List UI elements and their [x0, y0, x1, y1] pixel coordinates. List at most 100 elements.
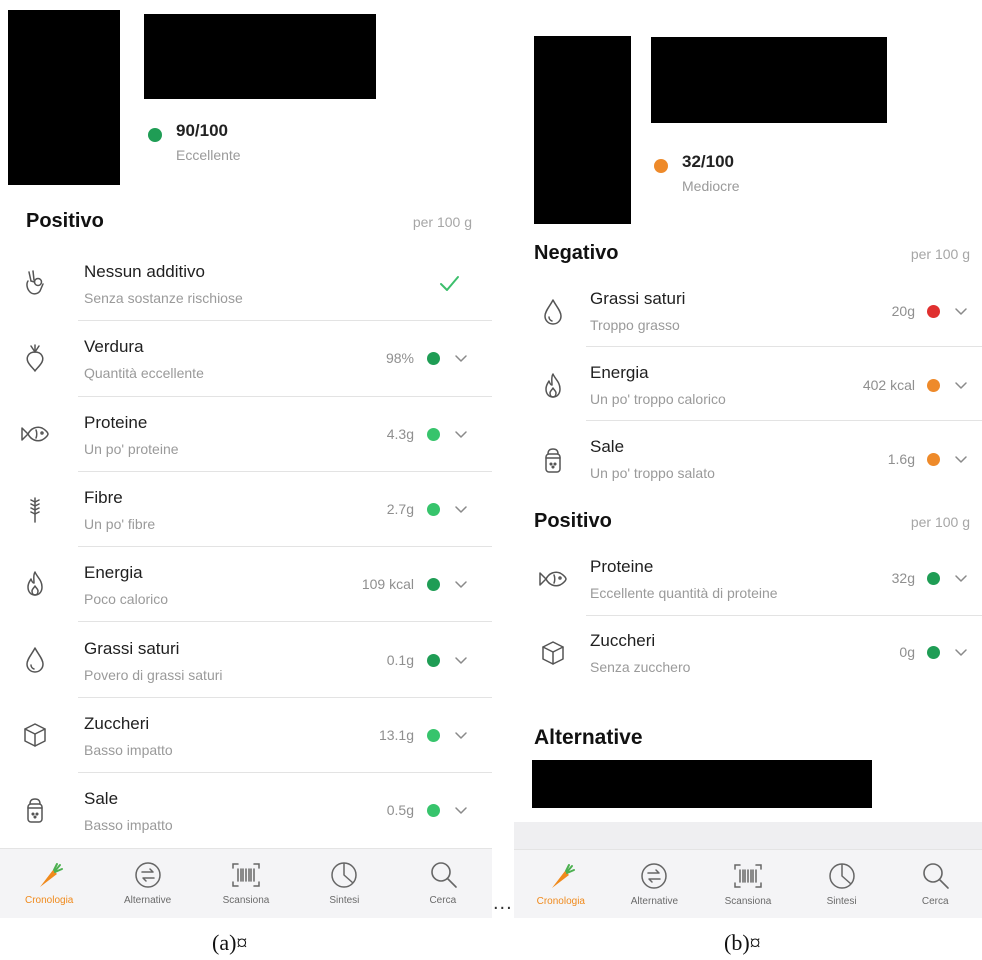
nutrient-row[interactable]: Grassi saturi Troppo grasso 20g: [514, 273, 982, 347]
nutrient-value: 0.5g: [386, 802, 414, 819]
nutrient-name: Zuccheri: [84, 713, 150, 733]
nutrient-row[interactable]: Grassi saturi Povero di grassi saturi 0.1g: [0, 623, 492, 698]
tab-label: Cronologia: [536, 896, 585, 907]
per-unit-label: per 100 g: [910, 514, 970, 530]
chevron-down-icon[interactable]: [454, 803, 468, 817]
tab-bar: Cronologia Alternative Scansiona Sintesi Cer…: [514, 849, 982, 918]
product-image-redacted: [534, 36, 631, 224]
carrot-icon: [32, 859, 66, 891]
screen-b: 32/100 Mediocre Negativo per 100 g Grass…: [514, 0, 982, 918]
nutrient-value: 32g: [891, 570, 915, 586]
fish-icon: [18, 417, 52, 451]
chevron-down-icon[interactable]: [454, 351, 468, 365]
score-dot: [654, 159, 668, 173]
nutrient-description: Basso impatto: [84, 817, 173, 834]
wheat-icon: [18, 492, 52, 526]
level-dot: [927, 305, 940, 318]
score-block: 32/100 Mediocre: [654, 152, 854, 202]
nutrient-row[interactable]: Nessun additivo Senza sostanze rischiose: [0, 246, 492, 322]
chevron-down-icon[interactable]: [954, 571, 968, 585]
tab-scansiona[interactable]: Scansiona: [198, 849, 294, 918]
level-dot: [427, 427, 440, 441]
chevron-down-icon[interactable]: [454, 577, 468, 591]
chevron-down-icon[interactable]: [454, 502, 468, 516]
nutrient-value: 13.1g: [378, 726, 414, 743]
screen-a: 90/100 Eccellente Positivo per 100 g Nes…: [0, 0, 492, 918]
section-negative-header: Negativo per 100 g: [514, 240, 982, 270]
nutrient-description: Eccellente quantità di proteine: [590, 585, 778, 601]
nutrient-description: Povero di grassi saturi: [84, 666, 223, 683]
tab-alternative[interactable]: Alternative: [100, 849, 196, 918]
score-rating: Mediocre: [682, 178, 740, 194]
section-positive-header: Positivo per 100 g: [0, 208, 492, 238]
search-icon: [426, 859, 460, 891]
caption-a: (a)¤: [212, 930, 248, 955]
nutrient-row[interactable]: Sale Basso impatto 0.5g: [0, 773, 492, 848]
tab-scansiona[interactable]: Scansiona: [700, 850, 796, 918]
nutrient-name: Verdura: [84, 337, 144, 357]
tab-label: Scansiona: [222, 895, 270, 906]
caption-b: (b)¤: [724, 930, 761, 955]
tab-cerca[interactable]: Cerca: [887, 850, 982, 918]
chevron-down-icon[interactable]: [954, 304, 968, 318]
tab-sintesi[interactable]: Sintesi: [794, 850, 890, 918]
tab-cerca[interactable]: Cerca: [395, 849, 491, 918]
nutrient-value: 20g: [891, 303, 915, 319]
nutrient-name: Energia: [590, 363, 649, 382]
product-name-redacted: [651, 37, 887, 123]
tab-cronologia[interactable]: Cronologia: [514, 850, 609, 918]
tab-cronologia[interactable]: Cronologia: [1, 849, 97, 918]
nutrient-description: Troppo grasso: [590, 317, 680, 333]
check-icon: [438, 272, 460, 294]
beet-icon: [18, 341, 52, 375]
nutrient-row[interactable]: Energia Un po' troppo calorico 402 kcal: [514, 347, 982, 421]
chevron-down-icon[interactable]: [454, 427, 468, 441]
per-unit-label: per 100 g: [910, 246, 970, 262]
chevron-down-icon[interactable]: [954, 645, 968, 659]
nutrient-description: Senza zucchero: [590, 659, 691, 675]
nutrient-name: Zuccheri: [590, 631, 656, 650]
barcode-scan-icon: [229, 859, 263, 891]
nutrient-row[interactable]: Proteine Eccellente quantità di proteine 3…: [514, 542, 982, 616]
nutrient-name: Grassi saturi: [590, 289, 686, 308]
nutrient-name: Sale: [590, 437, 625, 456]
alternative-product-redacted[interactable]: [532, 760, 872, 808]
hand-ok-icon: [18, 266, 52, 300]
chevron-down-icon[interactable]: [954, 378, 968, 392]
tab-label: Sintesi: [826, 896, 857, 907]
tab-label: Cerca: [921, 896, 949, 907]
nutrient-row[interactable]: Fibre Un po' fibre 2.7g: [0, 472, 492, 548]
nutrient-description: Quantità eccellente: [84, 365, 204, 382]
nutrient-row[interactable]: Verdura Quantità eccellente 98%: [0, 321, 492, 397]
barcode-scan-icon: [731, 860, 765, 892]
score-value: 32/100: [682, 152, 734, 171]
chevron-down-icon[interactable]: [954, 452, 968, 466]
nutrient-row[interactable]: Proteine Un po' proteine 4.3g: [0, 397, 492, 472]
alternatives-title: Alternative: [534, 726, 643, 749]
section-title: Positivo: [26, 210, 104, 232]
nutrient-row[interactable]: Zuccheri Basso impatto 13.1g: [0, 698, 492, 774]
tab-label: Cerca: [429, 895, 457, 906]
chevron-down-icon[interactable]: [454, 728, 468, 742]
tab-label: Alternative: [123, 895, 172, 906]
scroll-area-background: [514, 822, 982, 850]
chevron-down-icon[interactable]: [454, 653, 468, 667]
level-dot: [427, 653, 440, 667]
level-dot: [427, 728, 440, 742]
nutrient-name: Proteine: [84, 412, 148, 432]
tab-label: Alternative: [630, 896, 679, 907]
nutrient-value: 2.7g: [386, 500, 414, 517]
level-dot: [927, 572, 940, 585]
tab-sintesi[interactable]: Sintesi: [296, 849, 392, 918]
nutrient-row[interactable]: Sale Un po' troppo salato 1.6g: [514, 421, 982, 495]
flame-icon: [18, 567, 52, 601]
tab-bar: Cronologia Alternative Scansiona Sintesi Cer…: [0, 848, 492, 918]
salt-icon: [18, 793, 52, 827]
nutrient-row[interactable]: Zuccheri Senza zucchero 0g: [514, 616, 982, 690]
nutrient-description: Senza sostanze rischiose: [84, 290, 243, 306]
nutrient-row[interactable]: Energia Poco calorico 109 kcal: [0, 547, 492, 623]
nutrient-description: Un po' troppo calorico: [590, 391, 726, 407]
level-dot: [427, 578, 440, 592]
search-icon: [918, 860, 952, 892]
tab-alternative[interactable]: Alternative: [606, 850, 702, 918]
